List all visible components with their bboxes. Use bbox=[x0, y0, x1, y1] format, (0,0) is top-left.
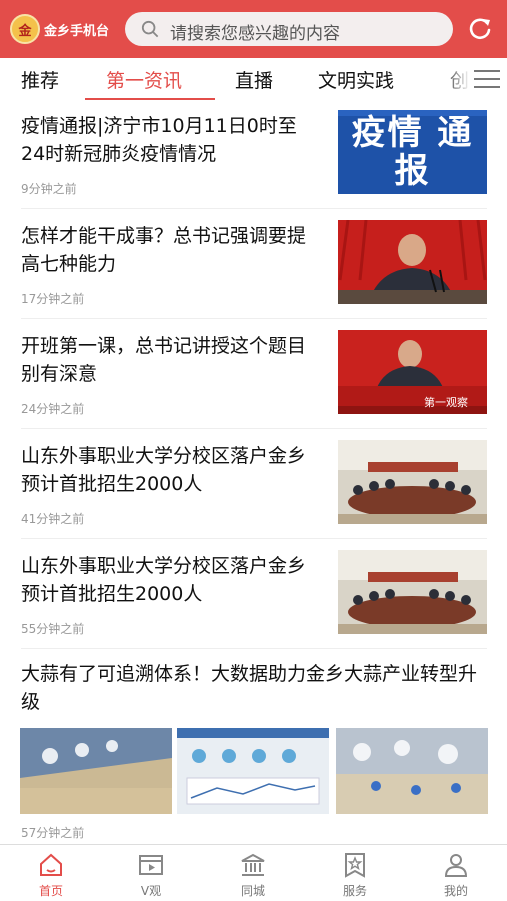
news-thumbnail[interactable] bbox=[338, 220, 487, 304]
building-icon bbox=[241, 853, 265, 876]
news-time: 9分钟之前 bbox=[21, 182, 77, 196]
news-thumbnail[interactable]: 第一观察 bbox=[338, 330, 487, 414]
divider bbox=[21, 208, 487, 209]
nav-label: 我的 bbox=[443, 884, 468, 898]
divider bbox=[21, 648, 487, 649]
video-icon bbox=[139, 855, 163, 875]
star-icon bbox=[345, 853, 365, 878]
tab-recommend[interactable]: 推荐 bbox=[21, 66, 59, 93]
nav-label: 同城 bbox=[240, 884, 265, 898]
tab-live[interactable]: 直播 bbox=[235, 66, 273, 93]
nav-label: 服务 bbox=[342, 884, 367, 898]
menu-icon[interactable] bbox=[472, 68, 502, 90]
news-title[interactable]: 山东外事职业大学分校区落户金乡 预计首批招生2000人 bbox=[21, 442, 321, 498]
nav-home[interactable]: 首页 bbox=[16, 849, 86, 899]
news-time: 41分钟之前 bbox=[21, 512, 85, 526]
nav-label: V观 bbox=[140, 884, 162, 898]
news-title[interactable]: 怎样才能干成事？总书记强调要提高七种能力 bbox=[21, 222, 321, 278]
divider bbox=[21, 318, 487, 319]
news-thumbnail[interactable] bbox=[338, 440, 487, 524]
tab-first-news[interactable]: 第一资讯 bbox=[106, 66, 182, 93]
thumbnail-text: 疫情 通报 bbox=[351, 113, 474, 191]
divider bbox=[21, 538, 487, 539]
nav-label: 首页 bbox=[38, 884, 63, 898]
gallery-thumbnail[interactable] bbox=[20, 728, 172, 814]
news-title[interactable]: 山东外事职业大学分校区落户金乡 预计首批招生2000人 bbox=[21, 552, 321, 608]
user-icon bbox=[444, 854, 468, 877]
home-icon bbox=[40, 853, 62, 876]
news-title[interactable]: 大蒜有了可追溯体系！大数据助力金乡大蒜产业转型升级 bbox=[21, 660, 491, 716]
search-icon bbox=[141, 20, 159, 38]
news-time: 57分钟之前 bbox=[21, 826, 85, 840]
news-title[interactable]: 疫情通报|济宁市10月11日0时至24时新冠肺炎疫情情况 bbox=[21, 112, 321, 168]
gallery-thumbnail[interactable] bbox=[336, 728, 488, 814]
app-header: 金 金乡手机台 请搜索您感兴趣的内容 bbox=[0, 0, 507, 58]
tab-civilization[interactable]: 文明实践 bbox=[318, 66, 394, 93]
app-logo[interactable]: 金 金乡手机台 bbox=[10, 14, 109, 44]
category-tabs: 推荐 第一资讯 直播 文明实践 创 bbox=[0, 58, 507, 102]
news-thumbnail[interactable] bbox=[338, 550, 487, 634]
refresh-icon[interactable] bbox=[467, 15, 493, 41]
bottom-navigation: 首页 V观 同城 服务 我的 bbox=[0, 844, 507, 901]
news-time: 55分钟之前 bbox=[21, 622, 85, 636]
news-time: 24分钟之前 bbox=[21, 402, 85, 416]
search-placeholder: 请搜索您感兴趣的内容 bbox=[170, 24, 340, 44]
logo-text: 金乡手机台 bbox=[44, 23, 110, 39]
nav-video[interactable]: V观 bbox=[116, 849, 186, 899]
nav-local[interactable]: 同城 bbox=[218, 849, 288, 899]
active-tab-indicator bbox=[85, 98, 215, 100]
logo-icon: 金 bbox=[10, 14, 40, 44]
divider bbox=[21, 428, 487, 429]
news-thumbnail[interactable]: 疫情 通报 bbox=[338, 110, 487, 194]
gallery-thumbnail[interactable] bbox=[177, 728, 329, 814]
thumbnail-caption: 第一观察 bbox=[424, 396, 468, 409]
news-title[interactable]: 开班第一课，总书记讲授这个题目别有深意 bbox=[21, 332, 321, 388]
nav-services[interactable]: 服务 bbox=[320, 849, 390, 899]
nav-profile[interactable]: 我的 bbox=[421, 849, 491, 899]
search-bar[interactable]: 请搜索您感兴趣的内容 bbox=[125, 12, 453, 46]
news-time: 17分钟之前 bbox=[21, 292, 85, 306]
